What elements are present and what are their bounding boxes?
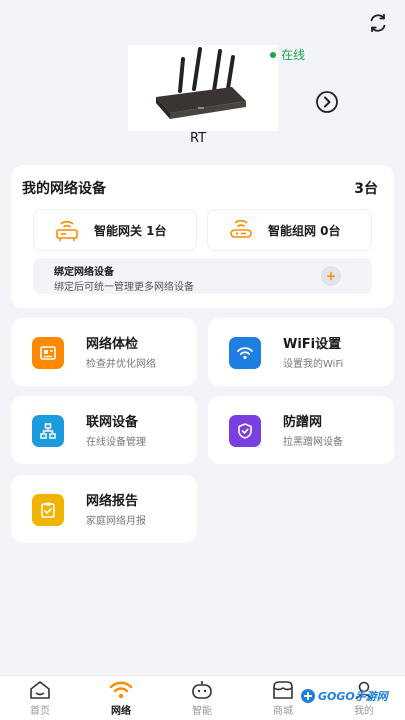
status-label: 在线: [281, 48, 306, 62]
wifi-icon: [109, 681, 133, 699]
tile-subtitle: 检查并优化网络: [86, 359, 156, 370]
tile-anti-freeload[interactable]: 防蹭网 拉黑蹭网设备: [208, 396, 394, 464]
tile-title: 联网设备: [86, 415, 139, 430]
tile-subtitle: 设置我的WiFi: [283, 359, 344, 370]
tile-subtitle: 拉黑蹭网设备: [283, 437, 343, 448]
online-status: 在线: [270, 46, 305, 63]
nav-label: 智能: [192, 706, 212, 717]
nav-home[interactable]: 首页: [10, 680, 70, 717]
clipboard-icon: [32, 494, 64, 526]
mesh-button[interactable]: 智能组网 0台: [207, 209, 372, 251]
tile-wifi-settings[interactable]: WiFi设置 设置我的WiFi: [208, 318, 394, 386]
nav-label: 首页: [30, 706, 50, 717]
bind-title: 绑定网络设备: [54, 267, 114, 278]
bind-subtitle: 绑定后可统一管理更多网络设备: [54, 282, 194, 293]
shop-icon: [273, 681, 293, 699]
refresh-icon[interactable]: [367, 12, 389, 34]
tile-title: 防蹭网: [283, 415, 323, 430]
nav-label: 网络: [111, 706, 131, 717]
tile-network-report[interactable]: 网络报告 家庭网络月报: [11, 475, 197, 543]
watermark-text: GOGO手游网: [318, 690, 388, 703]
nav-label: 我的: [354, 706, 374, 717]
tile-subtitle: 在线设备管理: [86, 437, 146, 448]
add-device-button[interactable]: +: [321, 266, 341, 286]
shield-icon: [229, 415, 261, 447]
nav-label: 商城: [273, 706, 293, 717]
nav-network[interactable]: 网络: [91, 680, 151, 717]
tile-title: 网络报告: [86, 494, 139, 509]
devices-count: 3台: [354, 181, 378, 197]
chevron-right-icon[interactable]: [315, 90, 339, 114]
tile-subtitle: 家庭网络月报: [86, 516, 146, 527]
gateway-icon: [56, 220, 78, 241]
tile-network-check[interactable]: 网络体检 检查并优化网络: [11, 318, 197, 386]
mesh-label: 智能组网 0台: [268, 223, 341, 238]
robot-icon: [192, 681, 212, 699]
router-name: RT: [189, 131, 207, 146]
mesh-icon: [230, 219, 252, 238]
gateway-label: 智能网关 1台: [94, 223, 167, 238]
report-icon: [32, 337, 64, 369]
wifi-icon: [229, 337, 261, 369]
watermark: GOGO手游网: [300, 688, 388, 704]
devices-title: 我的网络设备: [22, 181, 106, 197]
nav-smart[interactable]: 智能: [172, 680, 232, 717]
network-devices-icon: [32, 415, 64, 447]
tile-title: 网络体检: [86, 337, 139, 352]
gamepad-logo-icon: [301, 689, 315, 703]
home-icon: [30, 681, 50, 699]
status-dot: [270, 51, 276, 58]
router-icon: [156, 47, 246, 119]
bind-device-banner[interactable]: 绑定网络设备 绑定后可统一管理更多网络设备 +: [33, 258, 372, 294]
tile-title: WiFi设置: [283, 337, 342, 352]
router-image[interactable]: [128, 45, 278, 131]
gateway-button[interactable]: 智能网关 1台: [33, 209, 197, 251]
tile-connected-devices[interactable]: 联网设备 在线设备管理: [11, 396, 197, 464]
